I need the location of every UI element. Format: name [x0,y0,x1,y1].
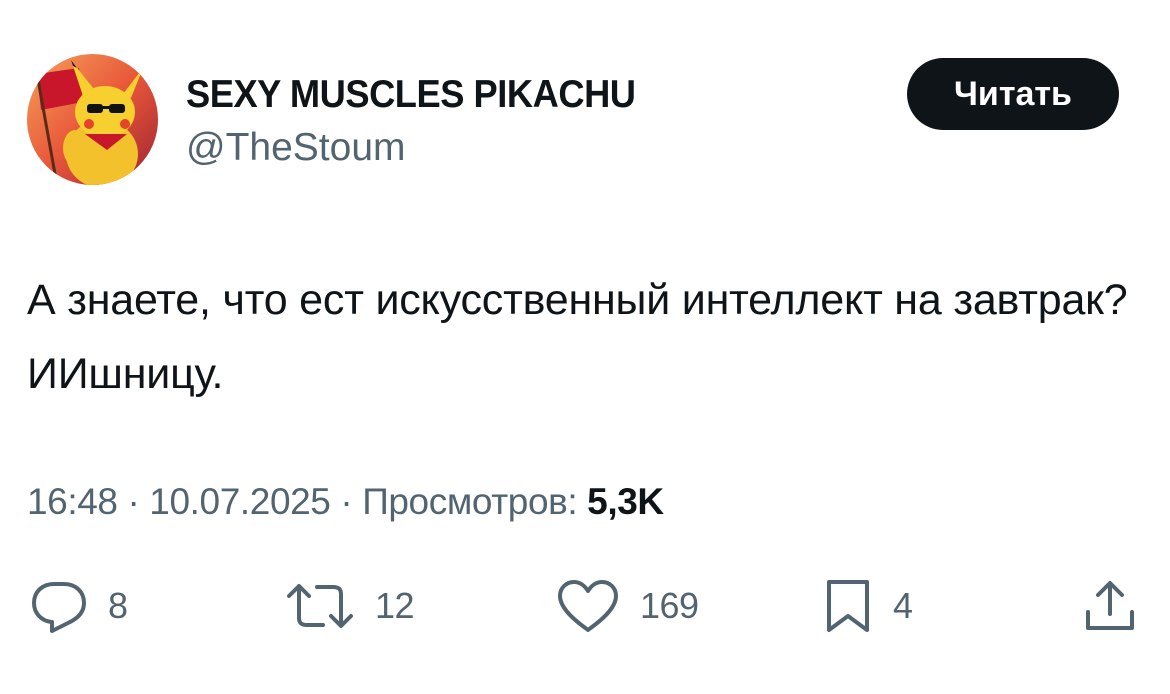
tweet-date[interactable]: 10.07.2025 [149,481,331,522]
share-button[interactable] [1082,578,1138,634]
reply-button[interactable]: 8 [30,578,128,634]
pikachu-avatar-icon [27,54,158,185]
like-button[interactable]: 169 [556,578,699,634]
follow-button[interactable]: Читать [907,58,1119,130]
repost-icon [287,584,353,628]
follow-button-label: Читать [954,74,1072,113]
bookmark-count: 4 [893,585,913,626]
like-count: 169 [640,585,699,626]
author-handle[interactable]: @TheStoum [186,124,406,172]
bookmark-icon [827,580,869,632]
repost-button[interactable]: 12 [285,578,415,634]
reply-icon [32,582,86,633]
meta-separator: · [127,481,140,522]
views-count: 5,3K [587,481,664,522]
author-display-name[interactable]: SEXY MUSCLES PIKACHU [186,70,636,120]
repost-count: 12 [375,585,415,626]
views-label: Просмотров: [362,481,578,522]
share-icon [1086,581,1134,630]
meta-separator: · [340,481,353,522]
avatar[interactable] [27,54,158,185]
tweet-meta: 16:48 · 10.07.2025 · Просмотров: 5,3K [27,477,664,527]
reply-count: 8 [108,585,128,626]
bookmark-button[interactable]: 4 [823,578,913,634]
heart-icon [558,580,618,632]
tweet-time[interactable]: 16:48 [27,481,118,522]
tweet-text: А знаете, что ест искусственный интеллек… [27,276,1128,398]
